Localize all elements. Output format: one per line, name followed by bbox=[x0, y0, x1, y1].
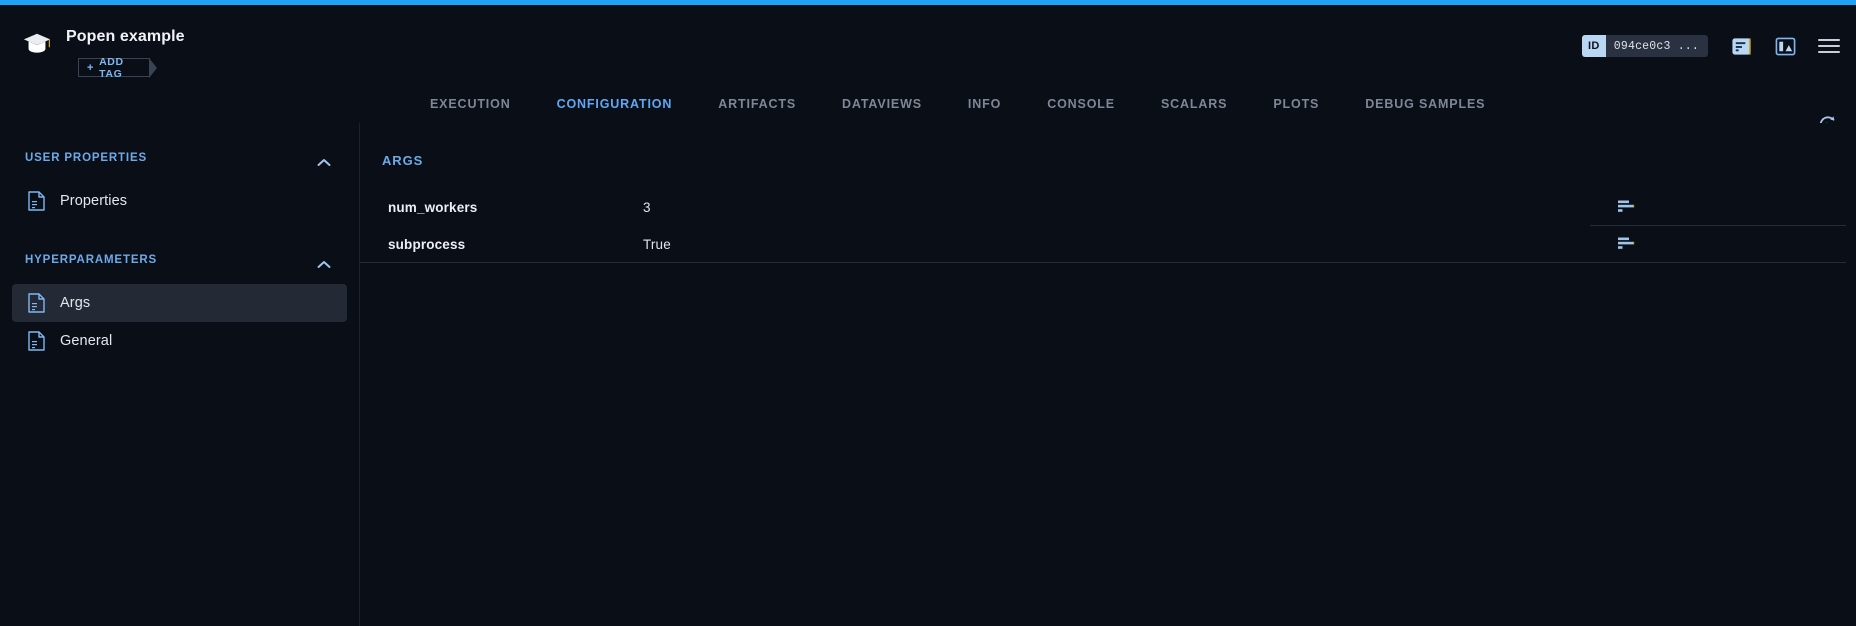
bar-chart-icon[interactable] bbox=[1618, 237, 1636, 251]
sidebar-item-label: Args bbox=[60, 295, 90, 311]
add-tag-button[interactable]: + ADD TAG bbox=[78, 58, 150, 77]
row-divider bbox=[360, 262, 1846, 263]
parameter-value: 3 bbox=[643, 200, 1856, 215]
hamburger-line bbox=[1818, 45, 1840, 47]
sidebar-item-args[interactable]: Args bbox=[12, 284, 347, 322]
sidebar-section-hyperparameters[interactable]: HYPERPARAMETERS bbox=[0, 246, 359, 274]
table-row[interactable]: subprocess True bbox=[360, 226, 1856, 262]
parameter-name: num_workers bbox=[388, 200, 643, 215]
split-view-icon[interactable] bbox=[1774, 35, 1796, 57]
header: Popen example + ADD TAG ID 094ce0c3 ... bbox=[0, 5, 1856, 123]
graduation-cap-icon bbox=[22, 29, 52, 59]
sidebar-section-gap bbox=[0, 220, 359, 246]
details-panel-icon[interactable] bbox=[1730, 35, 1752, 57]
sidebar-section-label: USER PROPERTIES bbox=[25, 152, 147, 164]
header-actions: ID 094ce0c3 ... bbox=[1582, 35, 1840, 57]
document-icon bbox=[28, 331, 45, 351]
sidebar: USER PROPERTIES bbox=[0, 123, 360, 626]
sidebar-item-label: Properties bbox=[60, 193, 127, 209]
task-id-badge[interactable]: ID 094ce0c3 ... bbox=[1582, 35, 1708, 57]
id-badge-key: ID bbox=[1582, 35, 1606, 57]
sidebar-items-user-properties: Properties bbox=[0, 182, 359, 220]
bar-chart-icon[interactable] bbox=[1618, 200, 1636, 214]
hamburger-line bbox=[1818, 39, 1840, 41]
page-title: Popen example bbox=[66, 27, 185, 47]
app-root: COMPLETED Popen example + ADD TAG bbox=[0, 0, 1856, 626]
title-block: Popen example + ADD TAG bbox=[22, 27, 185, 77]
parameter-name: subprocess bbox=[388, 237, 643, 252]
body: USER PROPERTIES bbox=[0, 123, 1856, 626]
sidebar-items-hyperparameters: Args General bbox=[0, 284, 359, 360]
sidebar-item-general[interactable]: General bbox=[12, 322, 347, 360]
title-text-column: Popen example + ADD TAG bbox=[66, 27, 185, 77]
main-content: ARGS num_workers 3 bbox=[360, 123, 1856, 626]
add-tag-label: ADD TAG bbox=[99, 56, 137, 80]
tab-bar: EXECUTION CONFIGURATION ARTIFACTS DATAVI… bbox=[0, 87, 1856, 128]
document-icon bbox=[28, 293, 45, 313]
plus-icon: + bbox=[87, 62, 94, 74]
sidebar-item-label: General bbox=[60, 333, 112, 349]
parameter-value: True bbox=[643, 237, 1856, 252]
document-icon bbox=[28, 191, 45, 211]
hamburger-menu-icon[interactable] bbox=[1818, 39, 1840, 53]
sidebar-section-label: HYPERPARAMETERS bbox=[25, 254, 157, 266]
section-title-args: ARGS bbox=[360, 153, 1856, 168]
table-row[interactable]: num_workers 3 bbox=[360, 189, 1856, 225]
chevron-up-icon[interactable] bbox=[317, 256, 331, 265]
parameters-table: num_workers 3 subprocess True bbox=[360, 189, 1856, 263]
hamburger-line bbox=[1818, 51, 1840, 53]
id-badge-value: 094ce0c3 ... bbox=[1606, 40, 1708, 53]
sidebar-item-properties[interactable]: Properties bbox=[12, 182, 347, 220]
chevron-up-icon[interactable] bbox=[317, 154, 331, 163]
sidebar-section-user-properties[interactable]: USER PROPERTIES bbox=[0, 144, 359, 172]
